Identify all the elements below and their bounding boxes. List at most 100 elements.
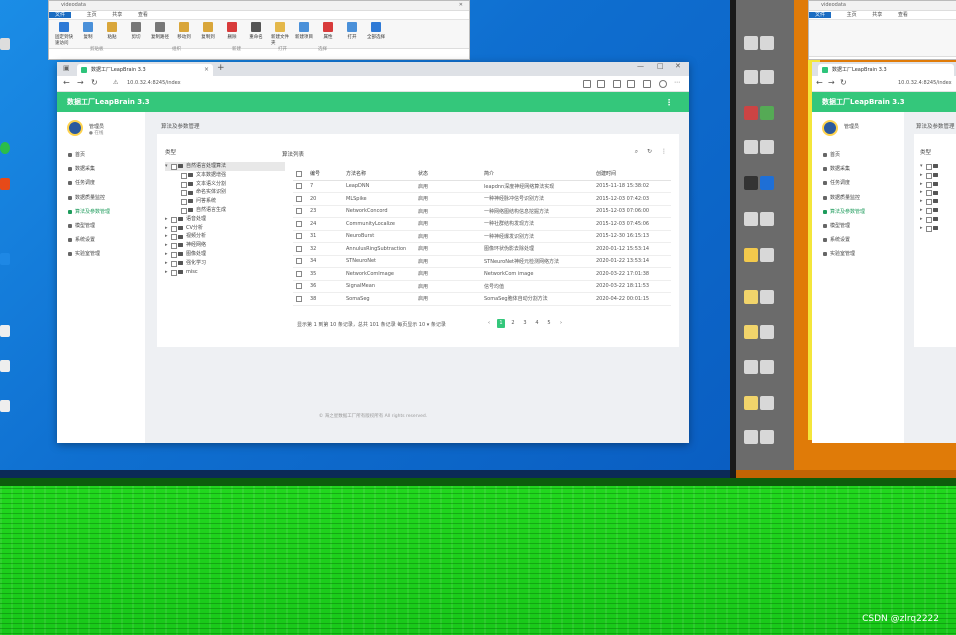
collapse-icon[interactable]: ▸ (920, 224, 923, 233)
ribbon-button[interactable]: 复制 (79, 22, 97, 46)
url-field[interactable]: 10.0.32.4:8245/index (127, 80, 181, 86)
columns-icon[interactable]: ⋮ (661, 148, 667, 155)
desktop-icon[interactable] (760, 396, 774, 410)
table-row[interactable]: 34 STNeuroNet 启用 STNeuroNet神经元检测网络方法 2020-01… (293, 255, 671, 268)
sidebar-item[interactable]: 模型管理 (812, 219, 900, 233)
page-button[interactable]: 5 (545, 319, 553, 328)
desktop-icon[interactable] (744, 212, 758, 226)
select-all-checkbox[interactable] (296, 170, 302, 177)
collapse-icon[interactable]: ▸ (165, 232, 168, 241)
page-button[interactable]: 4 (533, 319, 541, 328)
sidebar-item[interactable]: 系统设置 (812, 233, 900, 247)
collapse-icon[interactable]: ▸ (165, 241, 168, 250)
row-checkbox[interactable] (296, 220, 302, 227)
table-row[interactable]: 24 CommunityLocalize 启用 一种社群结构发现方法 2015-12-0… (293, 217, 671, 231)
collapse-icon[interactable]: ▸ (920, 171, 923, 180)
tree-checkbox[interactable] (926, 181, 932, 188)
collapse-icon[interactable]: ▸ (920, 180, 923, 189)
column-header[interactable]: 简介 (481, 168, 593, 181)
ribbon-button[interactable]: 复制到 (199, 22, 217, 46)
reload-icon[interactable]: ↻ (91, 78, 98, 87)
browser-tab[interactable]: 数据工厂LeapBrain 3.3 (818, 64, 954, 76)
collapse-icon[interactable]: ▸ (165, 250, 168, 259)
desktop-icon[interactable] (760, 106, 774, 120)
column-header[interactable]: 编号 (307, 168, 343, 181)
tree-node[interactable]: 文本数据增强 (165, 171, 285, 180)
sidebar-item[interactable]: 数据质量监控 (812, 191, 900, 205)
table-row[interactable]: 38 SomaSeg 启用 SomaSeg胞体自动分割方法 2020-04-22 00:… (293, 292, 671, 306)
desktop-icon[interactable] (760, 248, 774, 262)
tree-node[interactable]: ▸ CV分析 (165, 224, 285, 233)
sidebar-item[interactable]: 任务调度 (57, 176, 145, 190)
desktop-icon[interactable] (744, 140, 758, 154)
desktop-icon[interactable] (744, 36, 758, 50)
desktop-icon[interactable] (760, 360, 774, 374)
tree-checkbox[interactable] (926, 190, 932, 197)
warning-icon[interactable]: ⚠ (113, 79, 118, 86)
ribbon-button[interactable]: 复制路径 (151, 22, 169, 46)
desktop-icon[interactable] (744, 248, 758, 262)
sidebar-item[interactable]: 首页 (812, 148, 900, 162)
ribbon-tab-file[interactable]: 文件 (49, 12, 72, 18)
column-header[interactable]: 创建时间 (593, 168, 671, 181)
ribbon-button[interactable]: 全部选择 (367, 22, 385, 46)
tree-checkbox[interactable] (181, 172, 187, 179)
sidebar-item[interactable]: 实验室管理 (57, 247, 145, 261)
tree-node[interactable]: 自然语言生成 (165, 206, 285, 215)
page-button[interactable]: 1 (497, 319, 505, 328)
expand-icon[interactable]: ▾ (165, 162, 168, 171)
collapse-icon[interactable]: ▸ (920, 188, 923, 197)
ribbon-tab-home[interactable]: 主页 (87, 12, 97, 18)
sidebar-item[interactable]: 实验室管理 (812, 247, 900, 261)
search-icon[interactable]: ⌕ (635, 148, 638, 155)
tree-node[interactable]: ▸ misc (165, 268, 285, 277)
ribbon-button[interactable]: 重命名 (247, 22, 265, 46)
ribbon-button[interactable]: 新建项目 (295, 22, 313, 46)
collapse-icon[interactable]: ▸ (165, 259, 168, 268)
tree-node[interactable]: 文本语义分割 (165, 180, 285, 189)
tree-checkbox[interactable] (926, 207, 932, 214)
desktop-icon[interactable] (744, 70, 758, 84)
forward-icon[interactable]: → (77, 78, 84, 87)
collections-icon[interactable] (613, 80, 621, 88)
desktop-icon[interactable] (760, 430, 774, 444)
tree-checkbox[interactable] (926, 172, 932, 179)
sidebar-item[interactable]: 算法及参数管理 (812, 205, 900, 219)
collapse-icon[interactable]: ▸ (165, 224, 168, 233)
desktop-icon[interactable] (0, 178, 10, 190)
tree-node[interactable]: ▸ 神经网络 (165, 241, 285, 250)
tree-node[interactable]: ▸ 图像处理 (165, 250, 285, 259)
ribbon-button[interactable]: 粘贴 (103, 22, 121, 46)
desktop-icon[interactable] (744, 106, 758, 120)
desktop-icon[interactable] (0, 253, 10, 265)
sidebar-item[interactable]: 数据质量监控 (57, 191, 145, 205)
collapse-icon[interactable]: ▸ (165, 215, 168, 224)
tree-checkbox[interactable] (171, 251, 177, 258)
expand-icon[interactable]: ▾ (920, 162, 923, 171)
collapse-icon[interactable]: ▸ (920, 215, 923, 224)
page-button[interactable]: 3 (521, 319, 529, 328)
url-field[interactable]: 10.0.32.4:8245/index (898, 80, 952, 86)
tree-node[interactable]: 问答系统 (165, 197, 285, 206)
tree-node[interactable]: ▸ 强化学习 (165, 259, 285, 268)
row-checkbox[interactable] (296, 195, 302, 202)
tree-node[interactable]: 命名实体识别 (165, 188, 285, 197)
tree-checkbox[interactable] (171, 260, 177, 267)
tab-actions-icon[interactable]: ▣ (63, 64, 70, 72)
desktop-icon[interactable] (760, 212, 774, 226)
collapse-icon[interactable]: ▸ (165, 268, 168, 277)
back-icon[interactable]: ← (816, 78, 823, 87)
sidebar-item[interactable]: 数据采集 (812, 162, 900, 176)
close-icon[interactable]: ✕ (459, 1, 463, 10)
row-checkbox[interactable] (296, 258, 302, 264)
sidebar-item[interactable]: 系统设置 (57, 233, 145, 247)
header-more-icon[interactable]: ⋮ (665, 92, 673, 113)
refresh-icon[interactable]: ↻ (647, 148, 652, 155)
tree-node[interactable]: ▸ 语音处理 (165, 215, 285, 224)
desktop-icon[interactable] (760, 70, 774, 84)
desktop-icon[interactable] (0, 142, 10, 154)
favorites-bar-icon[interactable] (627, 80, 635, 88)
ribbon-button[interactable]: 剪切 (127, 22, 145, 46)
tree-checkbox[interactable] (926, 216, 932, 223)
new-tab-icon[interactable]: + (217, 63, 225, 73)
